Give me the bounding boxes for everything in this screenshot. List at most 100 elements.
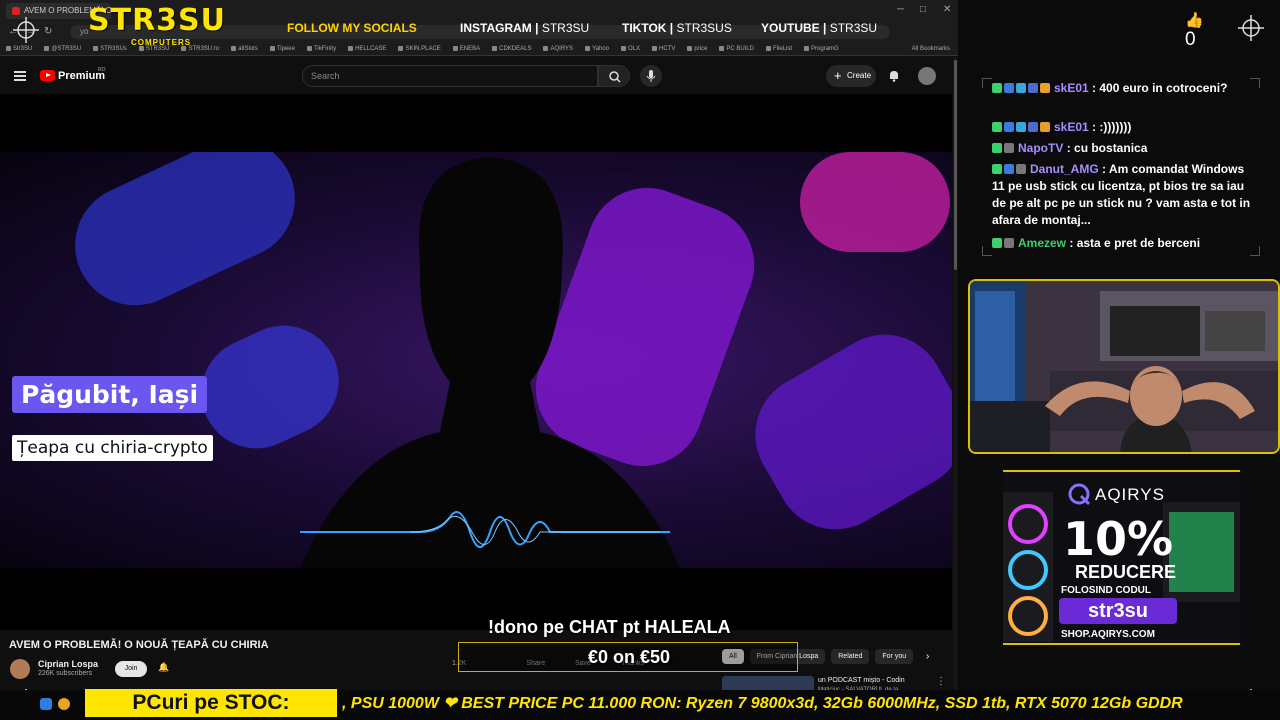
chat-box: skE01 : 400 euro in cotroceni? skE01 : :)… bbox=[982, 78, 1260, 256]
search-button[interactable] bbox=[598, 65, 630, 87]
chat-username[interactable]: Amezew bbox=[1018, 236, 1066, 250]
donation-goal-text: €0 on €50 bbox=[587, 647, 671, 667]
ad-brand: AQIRYS bbox=[1095, 485, 1165, 504]
chat-message: Danut_AMG : Am comandat Windows 11 pe us… bbox=[992, 161, 1254, 229]
bookmark-item[interactable]: STR3SUs bbox=[93, 46, 127, 52]
bookmark-item[interactable]: SKIN.PLACE bbox=[398, 46, 441, 52]
file-explorer-icon[interactable] bbox=[40, 698, 52, 710]
news-ticker: , PSU 1000W ❤ BEST PRICE PC 11.000 RON: … bbox=[342, 695, 1183, 712]
chat-username[interactable]: NapoTV bbox=[1018, 141, 1063, 155]
webcam-feed bbox=[968, 279, 1280, 454]
reload-icon[interactable]: ↻ bbox=[44, 26, 52, 37]
bookmark-item[interactable]: price bbox=[687, 46, 707, 52]
bookmark-favicon-icon bbox=[398, 46, 404, 51]
bookmark-item[interactable]: Yahoo bbox=[585, 46, 609, 52]
bookmark-item[interactable]: TikFinity bbox=[306, 46, 336, 52]
donation-goal: €0 on €50 bbox=[458, 642, 798, 672]
search-input[interactable]: Search bbox=[302, 65, 598, 87]
chat-username[interactable]: skE01 bbox=[1054, 81, 1089, 95]
all-bookmarks-button[interactable]: All Bookmarks bbox=[912, 46, 950, 52]
ad-discount: 10% bbox=[1063, 512, 1174, 566]
join-button[interactable]: Join bbox=[115, 661, 147, 677]
chat-badge-icon bbox=[1004, 238, 1014, 248]
case-fans-graphic bbox=[1003, 492, 1053, 642]
donation-command: !dono pe CHAT pt HALEALA bbox=[488, 617, 731, 637]
create-button[interactable]: Create bbox=[826, 65, 876, 87]
chat-badge-icon bbox=[992, 122, 1002, 132]
bookmark-item[interactable]: AQIRYS bbox=[543, 46, 573, 52]
bookmark-item[interactable]: Str3SU bbox=[6, 46, 32, 52]
crosshair-icon bbox=[1238, 15, 1264, 41]
bookmark-favicon-icon bbox=[651, 46, 657, 51]
bookmark-item[interactable]: FileList bbox=[766, 46, 792, 52]
close-icon[interactable]: ✕ bbox=[943, 4, 951, 15]
likes-count: 0 bbox=[1185, 29, 1196, 50]
chat-text: : 400 euro in cotroceni? bbox=[1092, 81, 1228, 95]
bookmark-item[interactable]: ProgramG bbox=[804, 46, 839, 52]
social-youtube: YOUTUBE | STR3SU bbox=[761, 21, 878, 35]
chat-username[interactable]: Danut_AMG bbox=[1030, 162, 1099, 176]
bookmark-item[interactable]: CDKDEALS bbox=[492, 46, 531, 52]
voice-search-button[interactable] bbox=[640, 65, 662, 87]
video-headline: Păgubit, Iași bbox=[12, 376, 208, 413]
bookmark-favicon-icon bbox=[585, 46, 591, 51]
soundwave-graphic bbox=[300, 511, 670, 548]
maximize-icon[interactable]: □ bbox=[920, 4, 926, 15]
bookmark-favicon-icon bbox=[766, 46, 772, 51]
bookmark-item[interactable]: HELLCASE bbox=[348, 46, 386, 52]
chat-badge-icon bbox=[992, 83, 1002, 93]
aqirys-logo-icon bbox=[1068, 483, 1091, 506]
bookmark-favicon-icon bbox=[492, 46, 498, 51]
recommended-title[interactable]: un PODCAST mișto - Codin bbox=[818, 677, 905, 684]
youtube-logo-icon[interactable] bbox=[40, 70, 55, 81]
bookmark-item[interactable]: PC BUILD bbox=[719, 46, 754, 52]
bookmark-item[interactable]: OLX bbox=[620, 46, 640, 52]
filter-chip[interactable]: Related bbox=[831, 649, 870, 664]
chat-badge-icon bbox=[992, 238, 1002, 248]
ad-code: str3su bbox=[1059, 598, 1177, 624]
minimize-icon[interactable]: ─ bbox=[897, 4, 904, 15]
video-subheadline: Țeapa cu chiria-crypto bbox=[12, 435, 213, 461]
bookmark-item[interactable]: HCTV bbox=[651, 46, 675, 52]
browser-window: AVEM O PROBLEMĂ! O N... ─ □ ✕ ← → ↻ yo S… bbox=[0, 0, 958, 720]
chrome-icon[interactable] bbox=[58, 698, 70, 710]
chat-badge-icon bbox=[1004, 164, 1014, 174]
bookmark-item[interactable]: Tipeee bbox=[269, 46, 295, 52]
chat-badge-icon bbox=[1016, 164, 1026, 174]
bookmark-favicon-icon bbox=[306, 46, 312, 51]
search-icon bbox=[609, 71, 621, 83]
chat-badge-icon bbox=[1004, 143, 1014, 153]
user-avatar[interactable] bbox=[918, 67, 936, 85]
chat-username[interactable]: skE01 bbox=[1054, 120, 1089, 134]
thumbs-up-icon: 👍 bbox=[1185, 12, 1204, 29]
chat-message: skE01 : 400 euro in cotroceni? bbox=[992, 80, 1254, 97]
microphone-icon bbox=[646, 70, 656, 82]
video-player[interactable]: Păgubit, Iași Țeapa cu chiria-crypto bbox=[0, 94, 952, 630]
social-instagram: INSTAGRAM | STR3SU bbox=[460, 21, 590, 35]
crosshair-icon bbox=[13, 17, 39, 43]
youtube-header: Premium RO Search Create bbox=[0, 57, 958, 94]
bookmark-favicon-icon bbox=[452, 46, 458, 51]
bookmark-favicon-icon bbox=[804, 46, 810, 51]
channel-avatar[interactable] bbox=[10, 659, 30, 679]
chat-badge-icon bbox=[992, 164, 1002, 174]
filter-chip[interactable]: For you bbox=[875, 649, 914, 664]
bookmark-favicon-icon bbox=[719, 46, 725, 51]
chat-badge-icon bbox=[1004, 122, 1014, 132]
region-label: RO bbox=[98, 67, 106, 73]
bookmark-item[interactable]: ENEBA bbox=[452, 46, 480, 52]
subscribe-bell-icon[interactable]: 🔔 bbox=[158, 662, 169, 673]
bookmark-item[interactable]: @STR3SU bbox=[44, 46, 81, 52]
more-options-icon[interactable]: ⋮ bbox=[936, 676, 946, 687]
scrollbar-thumb[interactable] bbox=[954, 60, 957, 270]
chevron-right-icon[interactable]: › bbox=[926, 651, 929, 662]
hamburger-menu-icon[interactable] bbox=[14, 71, 26, 81]
channel-name[interactable]: Ciprian Lospa bbox=[38, 659, 98, 669]
bookmark-item[interactable]: altSlots bbox=[231, 46, 258, 52]
video-frame bbox=[0, 152, 952, 568]
chat-message: skE01 : :))))))) bbox=[992, 119, 1254, 136]
bookmark-favicon-icon bbox=[231, 46, 237, 51]
ad-url: SHOP.AQIRYS.COM bbox=[1061, 629, 1155, 640]
notifications-bell-icon[interactable] bbox=[888, 69, 900, 82]
video-lower-area bbox=[0, 568, 952, 630]
